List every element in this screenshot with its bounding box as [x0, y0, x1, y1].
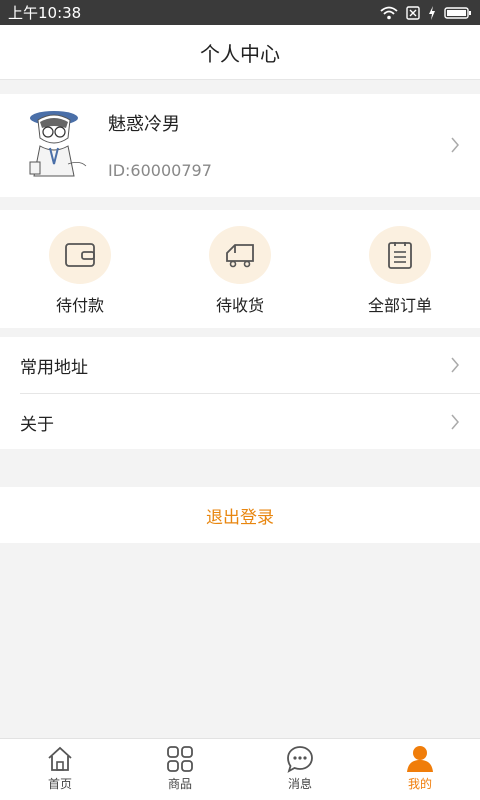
tab-mine[interactable]: 我的	[360, 745, 480, 799]
tab-products[interactable]: 商品	[120, 745, 240, 799]
tab-label: 消息	[287, 777, 312, 791]
sim-error-icon	[406, 5, 420, 20]
tab-label: 我的	[407, 777, 432, 791]
wifi-icon	[380, 6, 398, 19]
menu-item-about[interactable]: 关于	[0, 394, 480, 450]
order-label: 待收货	[215, 296, 264, 315]
tab-label: 商品	[167, 777, 192, 791]
menu-item-label: 关于	[20, 414, 54, 435]
grid-icon	[167, 746, 193, 772]
bottom-tab-bar: 首页 商品 消息 我的	[0, 738, 480, 800]
page-title: 个人中心	[200, 41, 280, 66]
chat-icon	[287, 746, 313, 773]
logout-button[interactable]: 退出登录	[0, 487, 480, 543]
profile-id: ID:60000797	[108, 161, 212, 180]
chevron-right-icon	[451, 357, 459, 373]
order-label: 全部订单	[367, 296, 432, 315]
tab-messages[interactable]: 消息	[240, 745, 360, 799]
logout-label: 退出登录	[206, 507, 274, 528]
order-label: 待付款	[55, 296, 104, 315]
wallet-icon	[65, 243, 95, 267]
menu-item-label: 常用地址	[20, 357, 88, 378]
page-header: 个人中心	[0, 25, 480, 80]
status-icons	[380, 5, 472, 20]
user-icon	[407, 746, 433, 772]
order-icon-circle	[49, 226, 111, 284]
home-icon	[48, 746, 72, 771]
profile-name: 魅惑冷男	[108, 114, 180, 135]
orders-section: 待付款 待收货 全部订单	[0, 210, 480, 328]
chevron-right-icon	[451, 137, 459, 153]
order-icon-circle	[209, 226, 271, 284]
status-time: 上午10:38	[8, 4, 82, 22]
order-list-icon	[388, 242, 412, 269]
order-pending-receipt[interactable]: 待收货	[180, 226, 300, 316]
settings-menu: 常用地址 关于	[0, 337, 480, 449]
menu-item-address[interactable]: 常用地址	[0, 337, 480, 393]
order-all[interactable]: 全部订单	[340, 226, 460, 316]
order-icon-circle	[369, 226, 431, 284]
order-pending-payment[interactable]: 待付款	[20, 226, 140, 316]
chevron-right-icon	[451, 414, 459, 430]
tab-home[interactable]: 首页	[0, 745, 120, 799]
tab-label: 首页	[47, 777, 72, 791]
battery-icon	[444, 6, 471, 19]
status-bar: 上午10:38	[0, 0, 480, 25]
profile-card[interactable]: 魅惑冷男 ID:60000797	[0, 94, 480, 197]
charging-icon	[429, 5, 435, 20]
truck-icon	[226, 244, 254, 268]
avatar	[29, 111, 87, 177]
